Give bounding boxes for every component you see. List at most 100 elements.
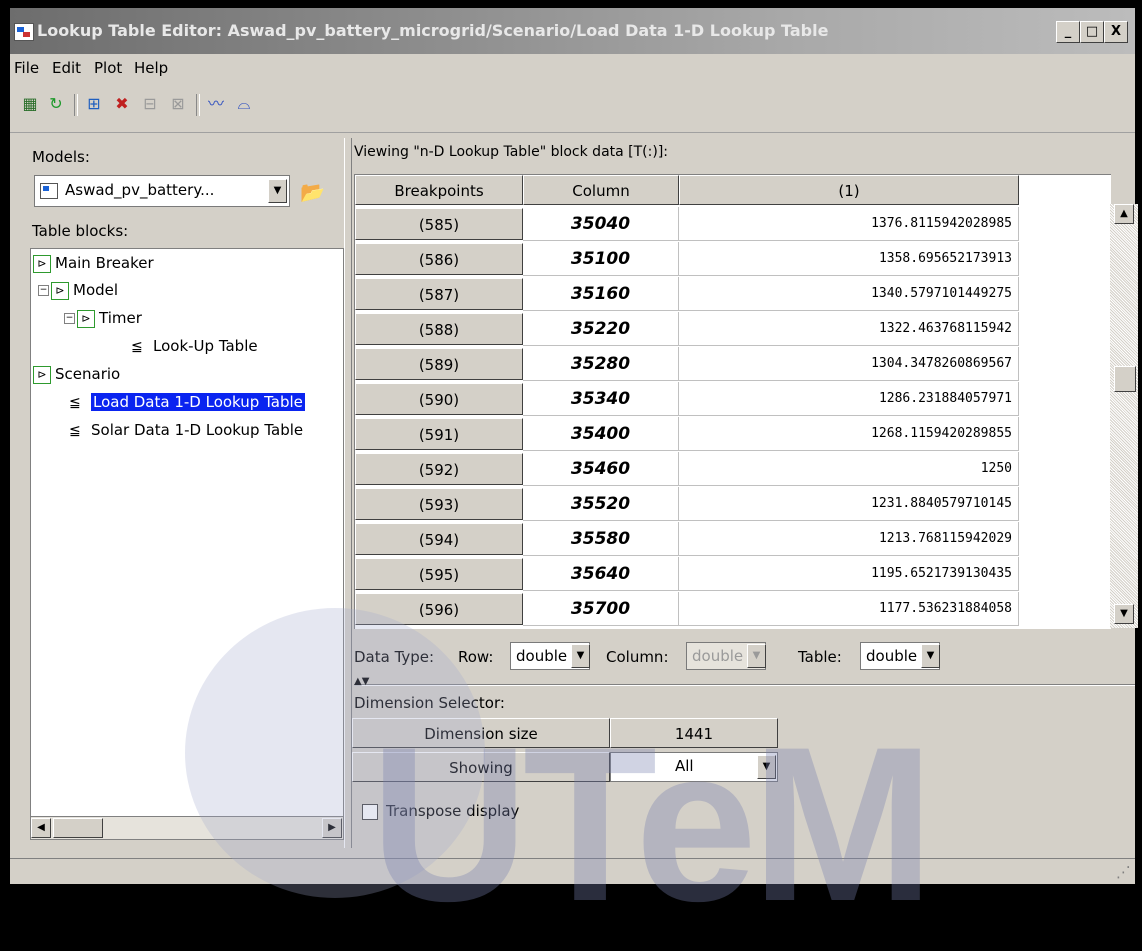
collapse-arrows-icon[interactable]: ▲▼ xyxy=(354,676,369,687)
mesh-plot-icon[interactable]: ⌓ xyxy=(232,92,256,116)
transpose-label: Transpose display xyxy=(386,802,520,820)
linear-plot-icon[interactable]: 〰 xyxy=(204,92,228,116)
header-values[interactable]: (1) xyxy=(679,175,1019,205)
table-type-label: Table: xyxy=(798,648,842,666)
column-cell[interactable]: 35520 xyxy=(523,487,679,521)
table-type-value: double xyxy=(866,647,918,665)
add-column-icon[interactable]: ⊟ xyxy=(138,92,162,116)
breakpoint-cell[interactable]: (589) xyxy=(355,348,523,380)
maximize-button[interactable]: □ xyxy=(1080,21,1104,43)
scroll-right-button[interactable]: ▶ xyxy=(322,818,342,838)
table-vertical-scrollbar[interactable]: ▲ ▼ xyxy=(1110,204,1138,628)
column-cell[interactable]: 35640 xyxy=(523,557,679,591)
breakpoint-cell[interactable]: (595) xyxy=(355,558,523,590)
subsystem-icon: ⊳ xyxy=(77,309,95,328)
column-cell[interactable]: 35220 xyxy=(523,312,679,346)
title-bar[interactable]: Lookup Table Editor: Aswad_pv_battery_mi… xyxy=(10,8,1135,54)
scroll-up-button[interactable]: ▲ xyxy=(1114,204,1134,224)
breakpoint-cell[interactable]: (591) xyxy=(355,418,523,450)
tree-item-solar-data-lookup[interactable]: ≦ Solar Data 1-D Lookup Table xyxy=(69,419,303,441)
tree-item-timer[interactable]: ⊳ Timer xyxy=(77,307,142,329)
chevron-down-icon[interactable]: ▼ xyxy=(268,179,287,203)
column-cell[interactable]: 35460 xyxy=(523,452,679,486)
breakpoint-cell[interactable]: (594) xyxy=(355,523,523,555)
transpose-checkbox[interactable] xyxy=(362,804,378,820)
update-block-icon[interactable]: ▦ xyxy=(18,92,42,116)
collapse-toggle[interactable]: − xyxy=(38,285,49,296)
collapse-toggle[interactable]: − xyxy=(64,313,75,324)
panel-splitter[interactable] xyxy=(344,138,352,848)
row-type-select[interactable]: double ▼ xyxy=(510,642,590,670)
table-blocks-tree[interactable]: ⊳ Main Breaker − ⊳ Model − ⊳ Timer ≦ Look-Up… xyxy=(30,248,344,818)
value-cell[interactable]: 1286.231884057971 xyxy=(679,382,1019,416)
table-type-select[interactable]: double ▼ xyxy=(860,642,940,670)
value-cell[interactable]: 1268.1159420289855 xyxy=(679,417,1019,451)
value-cell[interactable]: 1322.463768115942 xyxy=(679,312,1019,346)
value-cell[interactable]: 1304.3478260869567 xyxy=(679,347,1019,381)
tree-item-model[interactable]: ⊳ Model xyxy=(51,279,118,301)
value-cell[interactable]: 1376.8115942028985 xyxy=(679,207,1019,241)
value-cell[interactable]: 1250 xyxy=(679,452,1019,486)
scroll-left-button[interactable]: ◀ xyxy=(31,818,51,838)
chevron-down-icon[interactable]: ▼ xyxy=(747,644,766,668)
chevron-down-icon[interactable]: ▼ xyxy=(571,644,590,668)
breakpoint-cell[interactable]: (587) xyxy=(355,278,523,310)
delete-row-icon[interactable]: ✖ xyxy=(110,92,134,116)
delete-column-icon[interactable]: ⊠ xyxy=(166,92,190,116)
breakpoint-cell[interactable]: (588) xyxy=(355,313,523,345)
toolbar-separator xyxy=(74,94,78,116)
lookup-data-table[interactable]: Breakpoints Column (1) (585) 35040 1376.81… xyxy=(354,174,1111,629)
chevron-down-icon[interactable]: ▼ xyxy=(757,755,776,779)
column-cell[interactable]: 35160 xyxy=(523,277,679,311)
dimension-size-value: 1441 xyxy=(610,718,778,748)
tree-item-look-up-table[interactable]: ≦ Look-Up Table xyxy=(131,335,258,357)
column-type-select[interactable]: double ▼ xyxy=(686,642,766,670)
simulink-model-icon xyxy=(14,23,34,41)
column-cell[interactable]: 35700 xyxy=(523,592,679,626)
scroll-thumb[interactable] xyxy=(53,818,103,838)
value-cell[interactable]: 1358.695652173913 xyxy=(679,242,1019,276)
add-row-icon[interactable]: ⊞ xyxy=(82,92,106,116)
breakpoint-cell[interactable]: (585) xyxy=(355,208,523,240)
column-cell[interactable]: 35280 xyxy=(523,347,679,381)
tree-item-scenario[interactable]: ⊳ Scenario xyxy=(33,363,120,385)
breakpoint-cell[interactable]: (596) xyxy=(355,593,523,625)
resize-grip-icon[interactable]: ⋰ xyxy=(1116,863,1131,881)
close-button[interactable]: X xyxy=(1104,21,1128,43)
column-cell[interactable]: 35100 xyxy=(523,242,679,276)
column-cell[interactable]: 35340 xyxy=(523,382,679,416)
column-type-label: Column: xyxy=(606,648,669,666)
scroll-down-button[interactable]: ▼ xyxy=(1114,604,1134,624)
breakpoint-cell[interactable]: (593) xyxy=(355,488,523,520)
header-column[interactable]: Column xyxy=(523,175,679,205)
scroll-thumb[interactable] xyxy=(1114,366,1136,392)
menu-edit[interactable]: Edit xyxy=(52,59,81,77)
value-cell[interactable]: 1231.8840579710145 xyxy=(679,487,1019,521)
menu-help[interactable]: Help xyxy=(134,59,168,77)
breakpoint-cell[interactable]: (590) xyxy=(355,383,523,415)
showing-select[interactable]: All ▼ xyxy=(610,752,778,782)
tree-item-label: Load Data 1-D Lookup Table xyxy=(91,393,305,411)
dimension-size-label: Dimension size xyxy=(352,718,610,748)
tree-item-main-breaker[interactable]: ⊳ Main Breaker xyxy=(33,252,154,274)
breakpoint-cell[interactable]: (592) xyxy=(355,453,523,485)
value-cell[interactable]: 1340.5797101449275 xyxy=(679,277,1019,311)
data-type-label: Data Type: xyxy=(354,648,435,666)
menu-plot[interactable]: Plot xyxy=(94,59,122,77)
value-cell[interactable]: 1195.6521739130435 xyxy=(679,557,1019,591)
reload-icon[interactable]: ↻ xyxy=(44,92,68,116)
menu-file[interactable]: File xyxy=(14,59,39,77)
tree-horizontal-scrollbar[interactable]: ◀ ▶ xyxy=(30,816,344,840)
open-folder-icon[interactable]: 📂 xyxy=(300,180,325,204)
breakpoint-cell[interactable]: (586) xyxy=(355,243,523,275)
minimize-button[interactable]: _ xyxy=(1056,21,1080,43)
header-breakpoints[interactable]: Breakpoints xyxy=(355,175,523,205)
models-dropdown[interactable]: Aswad_pv_battery... ▼ xyxy=(34,175,290,207)
tree-item-load-data-lookup[interactable]: ≦ Load Data 1-D Lookup Table xyxy=(69,391,305,413)
chevron-down-icon[interactable]: ▼ xyxy=(921,644,940,668)
value-cell[interactable]: 1213.768115942029 xyxy=(679,522,1019,556)
value-cell[interactable]: 1177.536231884058 xyxy=(679,592,1019,626)
column-cell[interactable]: 35400 xyxy=(523,417,679,451)
column-cell[interactable]: 35580 xyxy=(523,522,679,556)
column-cell[interactable]: 35040 xyxy=(523,207,679,241)
